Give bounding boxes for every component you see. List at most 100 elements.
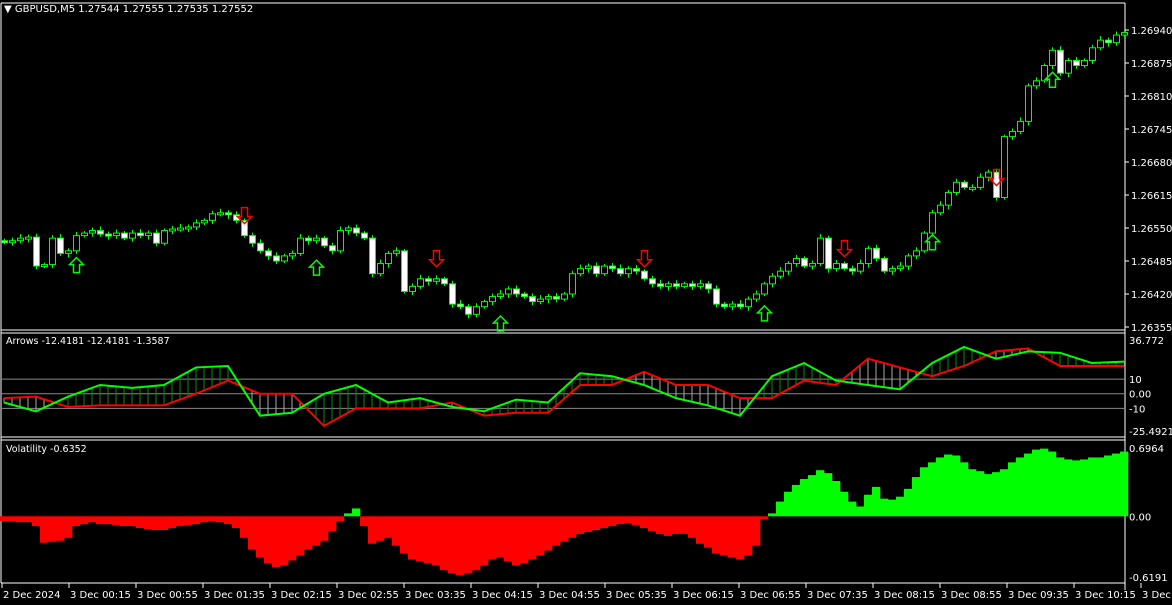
volatility-indicator-panel[interactable] — [0, 448, 1129, 576]
bull-candle — [889, 268, 896, 272]
bear-candle — [265, 250, 272, 257]
volatility-bar — [296, 516, 305, 556]
volatility-bar — [960, 462, 969, 517]
time-label: 3 Dec 06:55 — [740, 590, 801, 601]
volatility-bar — [128, 516, 137, 527]
volatility-bar — [504, 516, 513, 562]
bear-candle — [353, 227, 360, 234]
bear-candle — [425, 278, 432, 282]
time-label: 3 Dec 08:55 — [941, 590, 1002, 601]
bull-candle — [785, 263, 792, 272]
time-label: 3 Dec 10:55 — [1142, 590, 1172, 601]
bear-candle — [553, 296, 560, 300]
time-label: 3 Dec 04:15 — [472, 590, 533, 601]
bear-candle — [225, 212, 232, 216]
volatility-bar — [1024, 453, 1033, 517]
volatility-bar — [648, 516, 657, 531]
bear-candle — [825, 237, 832, 270]
volatility-bar — [240, 516, 249, 538]
bull-candle — [161, 230, 168, 244]
bull-candle — [585, 265, 592, 270]
volatility-bar — [200, 516, 209, 523]
volatility-bar — [1008, 462, 1017, 517]
volatility-bar — [104, 516, 113, 525]
volatility-bar — [360, 516, 369, 527]
volatility-bar — [440, 516, 449, 571]
bear-candle — [1, 240, 8, 244]
bear-candle — [57, 237, 64, 254]
triangle-down-icon[interactable]: ▼ — [4, 4, 12, 15]
bull-candle — [905, 255, 912, 267]
bear-candle — [321, 237, 328, 247]
volatility-bar — [888, 499, 897, 517]
volatility-bar — [32, 516, 41, 527]
volatility-bar — [1040, 448, 1049, 517]
bear-candle — [449, 283, 456, 305]
bear-candle — [465, 306, 472, 315]
chart-canvas[interactable]: 1.26940 1.26875 1.26810 1.26745 1.26680 1.266… — [0, 0, 1172, 605]
volatility-bar — [280, 516, 289, 566]
bear-candle — [249, 235, 256, 244]
volatility-bar — [368, 516, 377, 544]
volatility-bar — [248, 516, 257, 550]
bull-candle — [481, 301, 488, 308]
volatility-bar — [928, 462, 937, 517]
bear-candle — [881, 257, 888, 272]
volatility-axis-label: 0.00 — [1129, 512, 1151, 523]
bull-candle — [177, 227, 184, 231]
volatility-bar — [864, 494, 873, 517]
arrows-indicator-panel[interactable] — [2, 345, 1125, 428]
bull-candle — [473, 306, 480, 315]
volatility-bar — [120, 516, 129, 527]
volatility-bar — [1080, 459, 1089, 517]
volatility-bar — [8, 516, 17, 522]
volatility-bar — [408, 516, 417, 560]
bull-candle — [937, 204, 944, 214]
bull-candle — [1033, 80, 1040, 87]
bull-candle — [953, 181, 960, 193]
volatility-bar — [152, 516, 161, 531]
indicator-axis-label: 36.772 — [1129, 336, 1164, 347]
volatility-bar — [256, 516, 265, 558]
bull-candle — [833, 263, 840, 270]
time-label: 3 Dec 06:15 — [673, 590, 734, 601]
volatility-bar — [992, 472, 1001, 517]
volatility-bar — [968, 469, 977, 517]
bull-candle — [665, 283, 672, 287]
bull-candle — [497, 293, 504, 298]
volatility-bar — [416, 516, 425, 562]
bull-candle — [1049, 49, 1056, 67]
bull-candle — [193, 222, 200, 228]
volatility-bar — [848, 501, 857, 517]
volatility-bar — [856, 506, 865, 517]
volatility-bar — [736, 516, 745, 560]
bull-candle — [601, 265, 608, 275]
volatility-bar — [376, 516, 385, 541]
down-arrow-icon — [835, 239, 854, 258]
price-panel[interactable] — [1, 30, 1128, 332]
volatility-bar — [64, 516, 73, 538]
bear-candle — [673, 283, 680, 287]
bull-candle — [113, 232, 120, 237]
bear-candle — [705, 283, 712, 290]
volatility-bar — [608, 516, 617, 527]
volatility-bar — [1104, 455, 1113, 517]
volatility-bar — [464, 516, 473, 574]
bear-candle — [633, 268, 640, 272]
bull-candle — [1025, 85, 1032, 122]
price-label: 1.26810 — [1131, 92, 1172, 103]
bull-candle — [49, 237, 56, 266]
bear-candle — [457, 303, 464, 308]
bull-candle — [433, 278, 440, 282]
indicator-axis-label: -25.4921 — [1129, 427, 1172, 438]
indicator-axis-label: -10 — [1129, 404, 1145, 415]
bear-candle — [273, 255, 280, 262]
bull-candle — [569, 273, 576, 295]
bear-candle — [737, 303, 744, 308]
volatility-bar — [80, 516, 89, 525]
volatility-bar — [760, 516, 769, 520]
volatility-bar — [664, 516, 673, 536]
volatility-bar — [904, 488, 913, 517]
bull-candle — [777, 270, 784, 277]
bull-candle — [1113, 34, 1120, 44]
